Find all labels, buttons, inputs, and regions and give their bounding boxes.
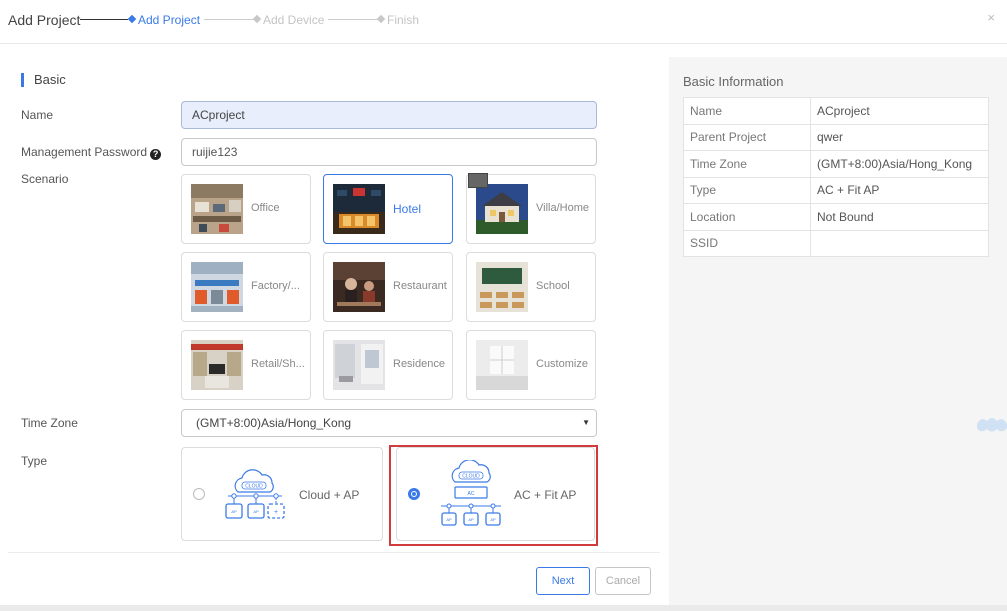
info-key: Time Zone (683, 150, 811, 178)
stepper-line (328, 19, 378, 20)
scenario-label-factory: Factory/... (251, 280, 300, 292)
factory-thumbnail (191, 262, 243, 312)
info-key: Parent Project (683, 123, 811, 151)
info-value: (GMT+8:00)Asia/Hong_Kong (810, 150, 989, 178)
school-thumbnail (476, 262, 528, 312)
scenario-card-school[interactable]: School (466, 252, 596, 322)
scenario-label-customize: Customize (536, 358, 588, 370)
info-key: Location (683, 203, 811, 231)
info-value: qwer (810, 123, 989, 151)
password-label-text: Management Password (21, 145, 148, 159)
help-icon[interactable]: ? (150, 149, 162, 160)
table-row: SSID (683, 229, 989, 257)
side-float-handle-icon[interactable] (977, 416, 1007, 434)
scenario-label-villa-home: Villa/Home (536, 202, 589, 214)
restaurant-thumbnail (333, 262, 385, 312)
table-row: Location Not Bound (683, 203, 989, 231)
scenario-label-school: School (536, 280, 570, 292)
scenario-card-residence[interactable]: Residence (323, 330, 453, 400)
scenario-card-villa-home[interactable]: Villa/Home (466, 173, 596, 244)
scenario-label-restaurant: Restaurant (393, 280, 447, 292)
info-value: Not Bound (810, 203, 989, 231)
office-thumbnail (191, 184, 243, 234)
step-finish: Finish (387, 13, 420, 27)
name-label: Name (21, 108, 54, 122)
image-toggle-icon[interactable] (468, 173, 488, 188)
retail-thumbnail (191, 340, 243, 390)
basic-info-title: Basic Information (683, 74, 784, 89)
scenario-label: Scenario (21, 172, 69, 186)
highlight-frame (389, 445, 598, 546)
scenario-label-retail: Retail/Sh... (251, 358, 305, 370)
timezone-label: Time Zone (21, 416, 78, 430)
dialog-header: Add Project Add Project Add Device Finis… (0, 0, 1007, 44)
close-icon[interactable]: × (987, 10, 995, 25)
residence-thumbnail (333, 340, 385, 390)
next-button[interactable]: Next (536, 567, 590, 595)
info-key: SSID (683, 229, 811, 257)
info-value: AC + Fit AP (810, 176, 989, 204)
password-input[interactable]: ruijie123 (181, 138, 597, 166)
step-dot (376, 14, 386, 24)
info-value: ACproject (810, 97, 989, 125)
scenario-card-office[interactable]: Office (181, 174, 311, 244)
ap-text: AP (231, 509, 237, 514)
bottom-scrollbar[interactable] (0, 605, 1007, 611)
type-card-cloud-ap[interactable]: CLOUD AP AP + Cloud + AP (181, 447, 383, 541)
name-input[interactable]: ACproject (181, 101, 597, 129)
step-dot-active (127, 14, 137, 24)
type-label: Type (21, 454, 48, 468)
scenario-card-retail[interactable]: Retail/Sh... (181, 330, 311, 400)
scenario-card-customize[interactable]: Customize (466, 330, 596, 400)
table-row: Parent Project qwer (683, 123, 989, 151)
scenario-card-hotel[interactable]: Hotel (323, 174, 453, 244)
table-row: Name ACproject (683, 97, 989, 125)
villa-thumbnail (476, 184, 528, 234)
customize-thumbnail (476, 340, 528, 390)
section-title: Basic (34, 72, 66, 87)
step-add-project: Add Project (138, 13, 201, 27)
scenario-card-restaurant[interactable]: Restaurant (323, 252, 453, 322)
cancel-button[interactable]: Cancel (595, 567, 651, 595)
step-dot (252, 14, 262, 24)
basic-info-table: Name ACproject Parent Project qwer Time Zo… (683, 97, 989, 257)
footer-divider (8, 552, 660, 553)
add-ap-text: + (274, 509, 278, 516)
password-label: Management Password? (21, 145, 162, 160)
info-key: Name (683, 97, 811, 125)
scenario-label-hotel: Hotel (393, 202, 422, 216)
step-add-device: Add Device (263, 13, 325, 27)
info-value (810, 229, 989, 257)
scenario-label-residence: Residence (393, 358, 445, 370)
dialog-title: Add Project (8, 12, 81, 28)
type-radio-cloud-ap[interactable] (193, 488, 205, 500)
scenario-label-office: Office (251, 202, 280, 214)
scenario-card-factory[interactable]: Factory/... (181, 252, 311, 322)
stepper-line (80, 19, 128, 20)
info-key: Type (683, 176, 811, 204)
timezone-select[interactable]: (GMT+8:00)Asia/Hong_Kong ▼ (181, 409, 597, 437)
table-row: Type AC + Fit AP (683, 176, 989, 204)
table-row: Time Zone (GMT+8:00)Asia/Hong_Kong (683, 150, 989, 178)
timezone-value: (GMT+8:00)Asia/Hong_Kong (196, 416, 352, 430)
hotel-thumbnail (333, 184, 385, 234)
stepper-line (204, 19, 254, 20)
section-accent-bar (21, 73, 24, 87)
dropdown-arrow-icon: ▼ (582, 418, 590, 427)
cloud-text: CLOUD (245, 484, 263, 490)
type-label-cloud-ap: Cloud + AP (299, 488, 360, 502)
ap-text: AP (253, 509, 259, 514)
cloud-ap-topology-icon: CLOUD AP AP + (225, 469, 285, 519)
